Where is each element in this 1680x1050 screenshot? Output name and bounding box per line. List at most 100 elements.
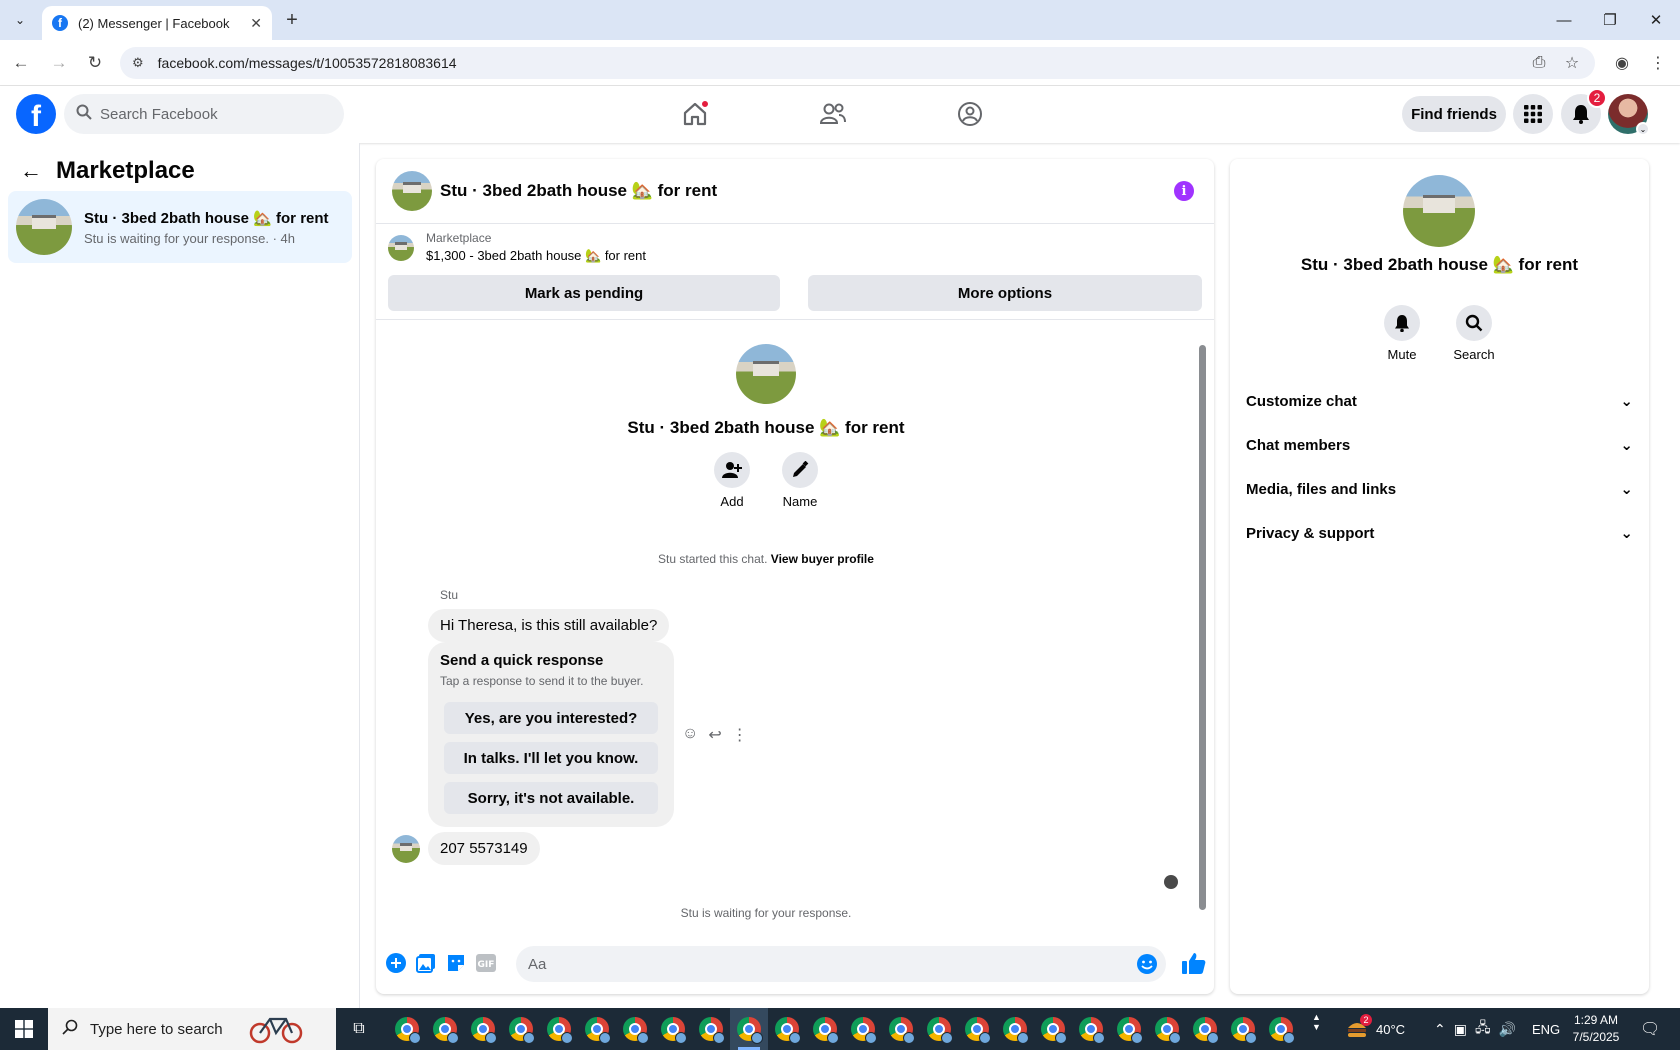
taskbar-clock[interactable]: 1:29 AM 7/5/2025 — [1566, 1012, 1626, 1046]
thumbs-up-icon[interactable] — [1180, 951, 1208, 975]
taskbar-chrome-icon[interactable] — [388, 1008, 426, 1050]
taskbar-chrome-icon[interactable] — [502, 1008, 540, 1050]
chat-scrollbar[interactable] — [1196, 325, 1208, 925]
gif-icon[interactable]: GIF — [474, 951, 498, 975]
network-icon[interactable]: 🖧 — [1475, 1017, 1491, 1041]
chat-members-section[interactable]: Chat members ⌄ — [1246, 425, 1633, 465]
sticker-icon[interactable] — [444, 951, 468, 975]
find-friends-button[interactable]: Find friends — [1402, 96, 1506, 132]
marketplace-listing-banner[interactable]: Marketplace $1,300 - 3bed 2bath house 🏡 … — [388, 231, 646, 264]
browser-profile-icon[interactable]: ◉ — [1609, 50, 1635, 76]
notification-center-icon[interactable]: 🗨 — [1640, 1008, 1660, 1050]
react-smiley-icon[interactable]: ☺ — [682, 725, 698, 745]
window-close-icon[interactable]: ✕ — [1633, 6, 1679, 34]
taskbar-chrome-icon[interactable] — [730, 1008, 768, 1050]
restore-icon[interactable]: ❐ — [1587, 6, 1633, 34]
taskbar-chrome-icon[interactable] — [426, 1008, 464, 1050]
tray-chevron-up-icon[interactable]: ⌃ — [1434, 1021, 1446, 1038]
site-settings-icon[interactable]: ⚙ — [132, 55, 144, 71]
taskbar-scroll-arrows[interactable]: ▲ ▼ — [1312, 1012, 1321, 1032]
windows-start-icon[interactable] — [0, 1008, 48, 1050]
install-app-icon[interactable]: ⎙ — [1526, 50, 1552, 76]
taskbar-chrome-icon[interactable] — [806, 1008, 844, 1050]
more-options-button[interactable]: More options — [808, 275, 1202, 311]
friends-nav-icon[interactable] — [811, 94, 855, 134]
chat-intro-avatar[interactable] — [736, 344, 796, 404]
message-bubble[interactable]: Hi Theresa, is this still available? — [428, 609, 670, 642]
reload-icon[interactable]: ↻ — [82, 50, 108, 76]
conversation-item[interactable]: Stu · 3bed 2bath house 🏡 for rent Stu is… — [8, 191, 352, 263]
taskbar-chrome-icon[interactable] — [616, 1008, 654, 1050]
tray-app-icon[interactable]: ▣ — [1454, 1021, 1467, 1038]
taskbar-chrome-icon[interactable] — [464, 1008, 502, 1050]
taskbar-chrome-icon[interactable] — [1262, 1008, 1300, 1050]
taskbar-chrome-icon[interactable] — [1224, 1008, 1262, 1050]
reply-arrow-icon[interactable]: ↩ — [708, 725, 721, 745]
message-input-box[interactable] — [516, 946, 1166, 982]
sender-avatar[interactable] — [392, 835, 420, 863]
taskbar-chrome-icon[interactable] — [1110, 1008, 1148, 1050]
privacy-support-section[interactable]: Privacy & support ⌄ — [1246, 513, 1633, 553]
chat-header-avatar[interactable] — [392, 171, 432, 211]
taskbar-chrome-icon[interactable] — [1072, 1008, 1110, 1050]
view-buyer-profile-link[interactable]: View buyer profile — [771, 552, 874, 566]
photo-gallery-icon[interactable] — [414, 951, 438, 975]
new-tab-plus-icon[interactable]: + — [280, 8, 304, 32]
details-avatar[interactable] — [1403, 175, 1475, 247]
more-dots-icon[interactable]: ⋮ — [732, 725, 748, 745]
taskbar-chrome-icon[interactable] — [882, 1008, 920, 1050]
tab-close-icon[interactable]: ✕ — [250, 15, 262, 32]
taskbar-chrome-icon[interactable] — [958, 1008, 996, 1050]
weather-widget[interactable]: 2 40°C — [1346, 1008, 1405, 1050]
taskbar-chrome-icon[interactable] — [654, 1008, 692, 1050]
chat-scroll-thumb[interactable] — [1199, 345, 1206, 910]
minimize-icon[interactable]: — — [1541, 6, 1587, 34]
media-files-links-section[interactable]: Media, files and links ⌄ — [1246, 469, 1633, 509]
forward-arrow-icon[interactable]: → — [46, 50, 72, 76]
tab-search-chevron-icon[interactable]: ⌄ — [8, 8, 32, 32]
taskbar-chrome-icon[interactable] — [578, 1008, 616, 1050]
taskbar-chrome-icon[interactable] — [692, 1008, 730, 1050]
browser-menu-icon[interactable]: ⋮ — [1645, 50, 1671, 76]
taskbar-chrome-icon[interactable] — [1034, 1008, 1072, 1050]
quick-response-button[interactable]: In talks. I'll let you know. — [444, 742, 658, 774]
back-arrow-icon[interactable]: ← — [8, 50, 34, 76]
bookmark-star-icon[interactable]: ☆ — [1559, 50, 1585, 76]
taskbar-chrome-icon[interactable] — [996, 1008, 1034, 1050]
menu-grid-icon[interactable] — [1513, 94, 1553, 134]
taskbar-chrome-icon[interactable] — [1148, 1008, 1186, 1050]
quick-response-button[interactable]: Sorry, it's not available. — [444, 782, 658, 814]
facebook-search-box[interactable] — [64, 94, 344, 134]
groups-nav-icon[interactable] — [948, 94, 992, 134]
language-indicator[interactable]: ENG — [1532, 1008, 1560, 1050]
home-nav-icon[interactable] — [673, 94, 717, 134]
back-arrow-icon[interactable]: ← — [20, 158, 42, 184]
message-bubble[interactable]: 207 5573149 — [428, 832, 540, 865]
message-input[interactable] — [528, 955, 1108, 973]
taskbar-chrome-icon[interactable] — [540, 1008, 578, 1050]
taskbar-chrome-icon[interactable] — [768, 1008, 806, 1050]
conversation-info-icon[interactable]: i — [1174, 181, 1194, 201]
taskbar-chrome-icon[interactable] — [920, 1008, 958, 1050]
chat-header-title[interactable]: Stu · 3bed 2bath house 🏡 for rent — [440, 181, 717, 201]
add-people-button[interactable]: Add — [714, 452, 750, 509]
taskbar-chrome-icon[interactable] — [844, 1008, 882, 1050]
mute-button[interactable]: Mute — [1372, 305, 1432, 362]
facebook-logo-icon[interactable]: f — [16, 94, 56, 134]
task-view-icon[interactable]: ⧉ — [346, 1017, 372, 1041]
browser-tab-messenger[interactable]: f (2) Messenger | Facebook ✕ — [42, 6, 272, 40]
volume-icon[interactable]: 🔊 — [1499, 1021, 1516, 1038]
taskbar-chrome-icon[interactable] — [1186, 1008, 1224, 1050]
customize-chat-section[interactable]: Customize chat ⌄ — [1246, 381, 1633, 421]
account-avatar[interactable]: ⌄ — [1608, 94, 1650, 136]
mark-as-pending-button[interactable]: Mark as pending — [388, 275, 780, 311]
emoji-icon[interactable] — [1136, 953, 1158, 980]
quick-response-button[interactable]: Yes, are you interested? — [444, 702, 658, 734]
taskbar-search-box[interactable] — [48, 1008, 336, 1050]
plus-circle-icon[interactable] — [384, 951, 408, 975]
search-in-conversation-button[interactable]: Search — [1444, 305, 1504, 362]
taskbar-search-input[interactable] — [90, 1020, 260, 1038]
edit-name-button[interactable]: Name — [782, 452, 818, 509]
facebook-search-input[interactable] — [100, 105, 320, 123]
address-bar[interactable]: ⚙ facebook.com/messages/t/10053572818083… — [120, 47, 1595, 79]
